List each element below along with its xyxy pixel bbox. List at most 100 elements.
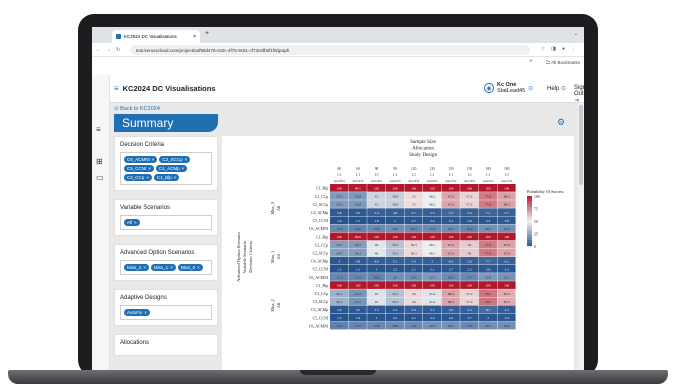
row-label: C2_CCp: [315, 243, 328, 247]
chip-remove-icon[interactable]: ×: [146, 175, 149, 180]
cell-value-label: 21.1: [504, 276, 510, 280]
cell-value-label: 2.7: [467, 316, 472, 320]
browser-tabbar: KC2024 DC Visualisations × + ⌄: [92, 27, 584, 43]
gear-icon[interactable]: ⚙: [557, 117, 565, 128]
cell-value-label: 56.3: [411, 243, 417, 247]
chip-remove-icon[interactable]: ×: [143, 265, 146, 270]
forward-icon[interactable]: →: [106, 47, 111, 53]
cell-value-label: 35.2: [392, 292, 398, 296]
cell-value-label: 5.6: [467, 259, 472, 263]
reload-icon[interactable]: ↻: [116, 47, 120, 53]
cell-value-label: 9.1: [486, 308, 491, 312]
cell-value-label: 2.8: [467, 219, 472, 223]
advanced-options-select[interactable]: Miss_2 × Miss_1 × Miss_0 ×: [120, 260, 212, 275]
chip-remove-icon[interactable]: ×: [152, 157, 155, 162]
star-icon[interactable]: ☆: [541, 46, 545, 52]
card-title: Allocations: [120, 340, 150, 346]
legend-swatch: [527, 243, 532, 245]
bookmarks-overflow-icon[interactable]: »: [529, 58, 532, 64]
hamburger-icon[interactable]: ≡: [114, 84, 119, 93]
extensions-icon[interactable]: ◨: [551, 46, 556, 52]
user-menu[interactable]: ◉ Kc One StatLead45 ⊙: [484, 82, 533, 94]
variable-scenarios-select[interactable]: All ×: [120, 215, 212, 230]
cell-value-label: 5.4: [467, 211, 472, 215]
cell-value-label: 22.8: [355, 195, 361, 199]
help-button[interactable]: Help ⊙: [547, 85, 566, 92]
row-label: C2_SCCp: [313, 251, 329, 255]
design-label: AutoFix: [464, 179, 476, 183]
adaptive-designs-select[interactable]: AutoFix ×: [120, 305, 212, 320]
grid-icon[interactable]: ⊞: [96, 157, 103, 166]
folder-icon[interactable]: ▭: [96, 173, 104, 182]
legend-swatch: [527, 201, 532, 203]
scrollbar-thumb[interactable]: [579, 105, 583, 185]
chip-remove-icon[interactable]: ×: [148, 166, 151, 171]
new-tab-button[interactable]: +: [205, 30, 209, 37]
allocation-label: 1:1: [411, 173, 416, 177]
chip-remove-icon[interactable]: ×: [185, 157, 188, 162]
filter-chip[interactable]: Miss_0 ×: [177, 264, 203, 271]
cell-value-label: 56.3: [411, 251, 417, 255]
design-label: AutoFix: [389, 179, 401, 183]
filter-chip[interactable]: C4_ACMp ×: [155, 165, 188, 172]
allocation-label: 1:1: [467, 173, 472, 177]
chip-remove-icon[interactable]: ×: [170, 265, 173, 270]
legend-swatch: [527, 237, 532, 239]
cell-value-label: 67.6: [448, 195, 454, 199]
filter-chip[interactable]: All ×: [124, 219, 140, 226]
filter-chip[interactable]: Miss_1 ×: [150, 264, 176, 271]
row-label: C5_CCNI: [313, 316, 329, 320]
legend-swatch: [527, 229, 532, 232]
url-input[interactable]: test.kerusscloud.com/project/a4f96d476-c…: [130, 45, 530, 55]
legend-swatch: [527, 221, 532, 223]
profile-icon[interactable]: ●: [562, 46, 565, 52]
filter-chip[interactable]: C2_CCp ×: [124, 174, 152, 181]
favicon-icon: [116, 34, 121, 39]
legend-swatch: [527, 209, 532, 212]
chip-remove-icon[interactable]: ×: [144, 310, 147, 315]
browser-tab[interactable]: KC2024 DC Visualisations ×: [112, 30, 200, 43]
tab-close-icon[interactable]: ×: [193, 34, 196, 40]
menu-icon[interactable]: ≡: [96, 125, 101, 134]
legend-swatch: [527, 197, 532, 199]
chip-remove-icon[interactable]: ×: [174, 175, 177, 180]
cell-value-label: 100: [355, 284, 360, 288]
cell-value-label: 24.7: [336, 251, 342, 255]
allocation-label: 1:1: [486, 173, 491, 177]
filter-chip[interactable]: C6_ACMNI ×: [124, 156, 158, 163]
filter-chip[interactable]: AutoFix ×: [124, 309, 150, 316]
cell-value-label: 17.8: [374, 324, 380, 328]
back-icon[interactable]: ←: [96, 47, 101, 53]
more-icon[interactable]: ⋮: [571, 46, 576, 52]
cell-value-label: 2.8: [486, 268, 491, 272]
filter-chip[interactable]: C1_Blp ×: [153, 174, 180, 181]
filter-chip[interactable]: Miss_2 ×: [124, 264, 149, 271]
advanced-options-card: Advanced Option Scenarios Miss_2 × Miss_1 ×…: [114, 244, 218, 281]
cell-value-label: 100: [430, 235, 435, 239]
cell-value-label: 41: [375, 203, 379, 207]
legend-swatch: [527, 242, 532, 244]
cell-value-label: 67.6: [448, 203, 454, 207]
cell-value-label: 57.2: [467, 195, 473, 199]
cell-value-label: 2.1: [412, 268, 417, 272]
chip-remove-icon[interactable]: ×: [134, 220, 137, 225]
filter-chip[interactable]: C5_CCNI ×: [124, 165, 154, 172]
legend-swatch: [527, 244, 532, 247]
cell-value-label: 2.2: [393, 268, 398, 272]
cell-value-label: 45.4: [429, 292, 435, 296]
allocation-label: 1:1: [393, 173, 398, 177]
cell-value-label: 7.1: [486, 211, 491, 215]
legend-swatch: [527, 232, 532, 234]
filter-chip[interactable]: C2_SCCp ×: [159, 156, 191, 163]
scrollbar[interactable]: [578, 103, 584, 370]
cell-value-label: 5.5: [430, 211, 435, 215]
cell-value-label: 23.5: [336, 203, 342, 207]
tab-menu-icon[interactable]: ⌄: [574, 31, 578, 37]
signout-button[interactable]: Sign Out ⇥: [574, 85, 584, 104]
cell-value-label: 57.2: [467, 300, 473, 304]
chip-remove-icon[interactable]: ×: [197, 265, 200, 270]
all-bookmarks[interactable]: 🗀 All Bookmarks: [546, 59, 580, 67]
chip-remove-icon[interactable]: ×: [182, 166, 185, 171]
decision-criteria-select[interactable]: C6_ACMNI × C2_SCCp × C5_CCNI × C4_ACMp × C2_CCp ×…: [120, 152, 212, 185]
back-link[interactable]: ⊙ Back to KC2024: [114, 106, 160, 112]
